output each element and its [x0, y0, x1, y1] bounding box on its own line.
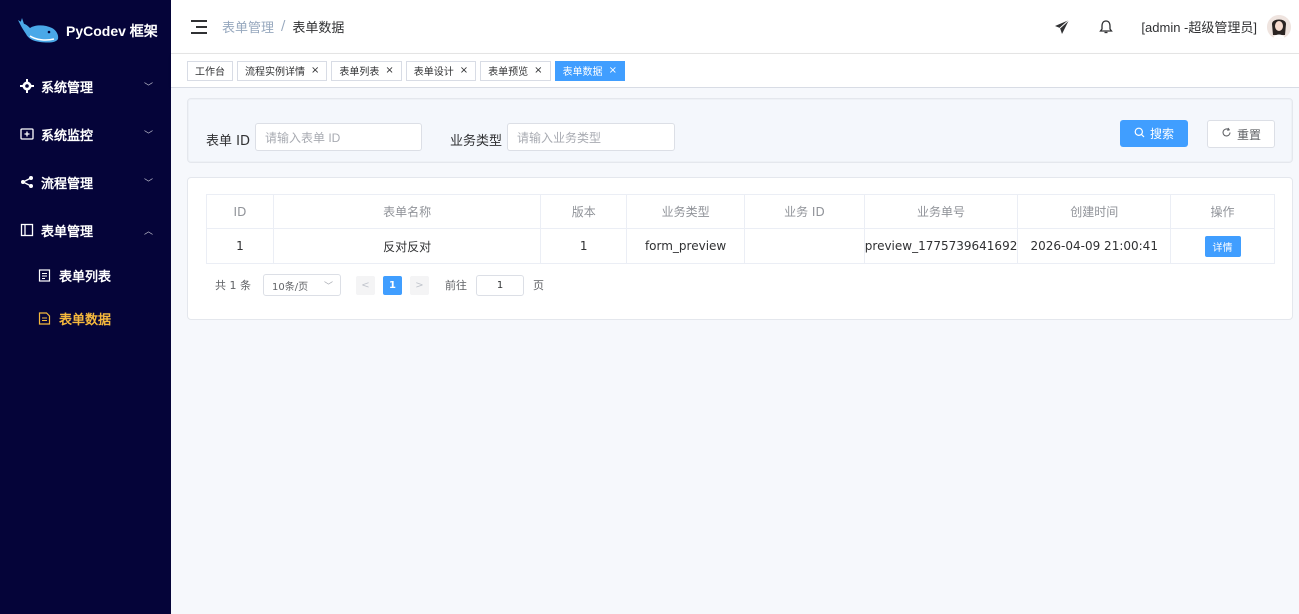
form-id-label: 表单 ID — [206, 134, 250, 149]
tag-label: 表单数据 — [562, 67, 603, 78]
send-icon[interactable] — [1053, 18, 1071, 36]
goto-label: 前往 — [445, 279, 467, 292]
sidebar-subitem-label: 表单列表 — [59, 270, 112, 285]
tags-view: 工作台 流程实例详情 × 表单列表 × 表单设计 × 表单预览 × 表单数据 × — [171, 54, 1299, 88]
logo[interactable]: PyCodev 框架 — [0, 0, 171, 62]
page-suffix: 页 — [533, 279, 544, 292]
avatar[interactable] — [1267, 14, 1291, 39]
sidebar-item-label: 流程管理 — [41, 176, 94, 192]
column-header: 业务 ID — [744, 194, 865, 229]
chevron-down-icon: ﹀ — [143, 178, 153, 189]
page-size-select[interactable]: 10条/页 ﹀ — [263, 274, 341, 296]
table-header-row: ID 表单名称 版本 业务类型 业务 ID 业务单号 创建时间 操作 — [206, 194, 1275, 229]
detail-button[interactable]: 详情 — [1204, 235, 1241, 257]
cell-created: 2026-04-09 21:00:41 — [1017, 228, 1172, 264]
logo-text: PyCodev 框架 — [66, 23, 158, 39]
next-page-button[interactable]: > — [410, 275, 429, 295]
monitor-icon — [20, 127, 34, 141]
sidebar-item-system-monitor[interactable]: 系统监控 ﹀ — [0, 110, 171, 158]
close-icon[interactable]: × — [609, 65, 617, 76]
sidebar-item-form-management[interactable]: 表单管理 ︿ — [0, 206, 171, 254]
sidebar-item-label: 表单管理 — [41, 224, 94, 240]
cell-biz-id — [744, 228, 865, 264]
data-table: ID 表单名称 版本 业务类型 业务 ID 业务单号 创建时间 操作 1 反对反… — [206, 194, 1275, 264]
tag-process-instance-detail[interactable]: 流程实例详情 × — [237, 60, 328, 81]
breadcrumb-parent[interactable]: 表单管理 — [222, 17, 274, 36]
chevron-up-icon: ︿ — [143, 226, 153, 237]
tag-label: 流程实例详情 — [245, 67, 305, 78]
form-icon — [20, 223, 34, 237]
pager-total: 共 1 条 — [215, 279, 251, 292]
breadcrumb-separator: / — [281, 19, 286, 34]
gear-icon — [20, 79, 34, 93]
cell-action: 详情 — [1170, 228, 1275, 264]
form-id-input[interactable]: 请输入表单 ID — [255, 123, 422, 151]
sidebar-subitem-label: 表单数据 — [59, 313, 112, 328]
search-icon — [1134, 127, 1145, 141]
page-size-value: 10条/页 — [272, 281, 309, 293]
reset-button-label: 重置 — [1236, 127, 1261, 142]
sidebar-subitem-form-data[interactable]: 表单数据 — [0, 297, 171, 340]
column-header: 版本 — [540, 194, 628, 229]
column-header: 业务单号 — [863, 194, 1019, 229]
tag-label: 表单列表 — [339, 67, 380, 78]
search-button[interactable]: 搜索 — [1120, 120, 1188, 147]
bell-icon[interactable] — [1097, 18, 1115, 36]
document-icon — [38, 312, 51, 325]
table-card: ID 表单名称 版本 业务类型 业务 ID 业务单号 创建时间 操作 1 反对反… — [187, 177, 1293, 320]
menu-toggle-icon[interactable] — [191, 19, 207, 34]
sidebar-item-system-management[interactable]: 系统管理 ﹀ — [0, 62, 171, 110]
column-header: 操作 — [1170, 194, 1275, 229]
close-icon[interactable]: × — [534, 65, 542, 76]
whale-logo-icon — [18, 18, 59, 43]
biz-type-input[interactable]: 请输入业务类型 — [507, 123, 675, 151]
refresh-icon — [1221, 127, 1232, 141]
column-header: ID — [206, 194, 274, 229]
tag-form-design[interactable]: 表单设计 × — [405, 60, 477, 81]
cell-id: 1 — [206, 228, 274, 264]
sidebar-item-process-management[interactable]: 流程管理 ﹀ — [0, 158, 171, 206]
chevron-down-icon: ﹀ — [323, 281, 333, 292]
sidebar-item-label: 系统管理 — [41, 80, 94, 96]
search-button-label: 搜索 — [1149, 127, 1174, 141]
column-header: 业务类型 — [626, 194, 746, 229]
tag-form-list[interactable]: 表单列表 × — [331, 60, 402, 81]
table-row: 1 反对反对 1 form_preview preview_1775739641… — [206, 228, 1275, 264]
sidebar: PyCodev 框架 系统管理 ﹀ 系统监控 ﹀ 流程管理 ﹀ 表单管理 ︿ 表… — [0, 0, 171, 614]
breadcrumb-current: 表单数据 — [292, 21, 345, 36]
tag-form-preview[interactable]: 表单预览 × — [480, 60, 551, 81]
tag-workbench[interactable]: 工作台 — [187, 60, 233, 81]
close-icon[interactable]: × — [311, 65, 319, 76]
sidebar-subitem-form-list[interactable]: 表单列表 — [0, 254, 171, 297]
share-icon — [20, 175, 34, 189]
cell-name: 反对反对 — [272, 228, 542, 264]
close-icon[interactable]: × — [460, 65, 468, 76]
user-label[interactable]: [admin -超级管理员] — [1141, 17, 1257, 36]
tag-form-data[interactable]: 表单数据 × — [554, 60, 625, 81]
close-icon[interactable]: × — [385, 65, 393, 76]
header: 表单管理 / 表单数据 [admin -超级管理员] — [171, 0, 1299, 54]
chevron-down-icon: ﹀ — [143, 130, 153, 141]
prev-page-button[interactable]: < — [356, 275, 375, 295]
goto-page-input[interactable]: 1 — [476, 274, 524, 296]
tag-label: 工作台 — [195, 67, 225, 78]
document-icon — [38, 269, 51, 282]
reset-button[interactable]: 重置 — [1207, 120, 1275, 148]
cell-biz-no: preview_1775739641692 — [863, 228, 1019, 264]
tag-label: 表单设计 — [413, 67, 454, 78]
sidebar-item-label: 系统监控 — [41, 128, 94, 144]
cell-biz-type: form_preview — [626, 228, 746, 264]
page-number-button[interactable]: 1 — [383, 275, 402, 295]
tag-label: 表单预览 — [488, 67, 529, 78]
main-content: 表单 ID 请输入表单 ID 业务类型 请输入业务类型 搜索 重置 ID 表单名… — [171, 88, 1299, 614]
search-form: 表单 ID 请输入表单 ID 业务类型 请输入业务类型 搜索 重置 — [187, 98, 1293, 163]
biz-type-label: 业务类型 — [450, 134, 503, 149]
breadcrumb: 表单管理 / 表单数据 — [222, 17, 344, 36]
column-header: 创建时间 — [1017, 194, 1172, 229]
cell-version: 1 — [540, 228, 628, 264]
pagination: 共 1 条 10条/页 ﹀ < 1 > 前往 1 页 — [215, 274, 544, 296]
chevron-down-icon: ﹀ — [143, 82, 153, 93]
column-header: 表单名称 — [272, 194, 542, 229]
